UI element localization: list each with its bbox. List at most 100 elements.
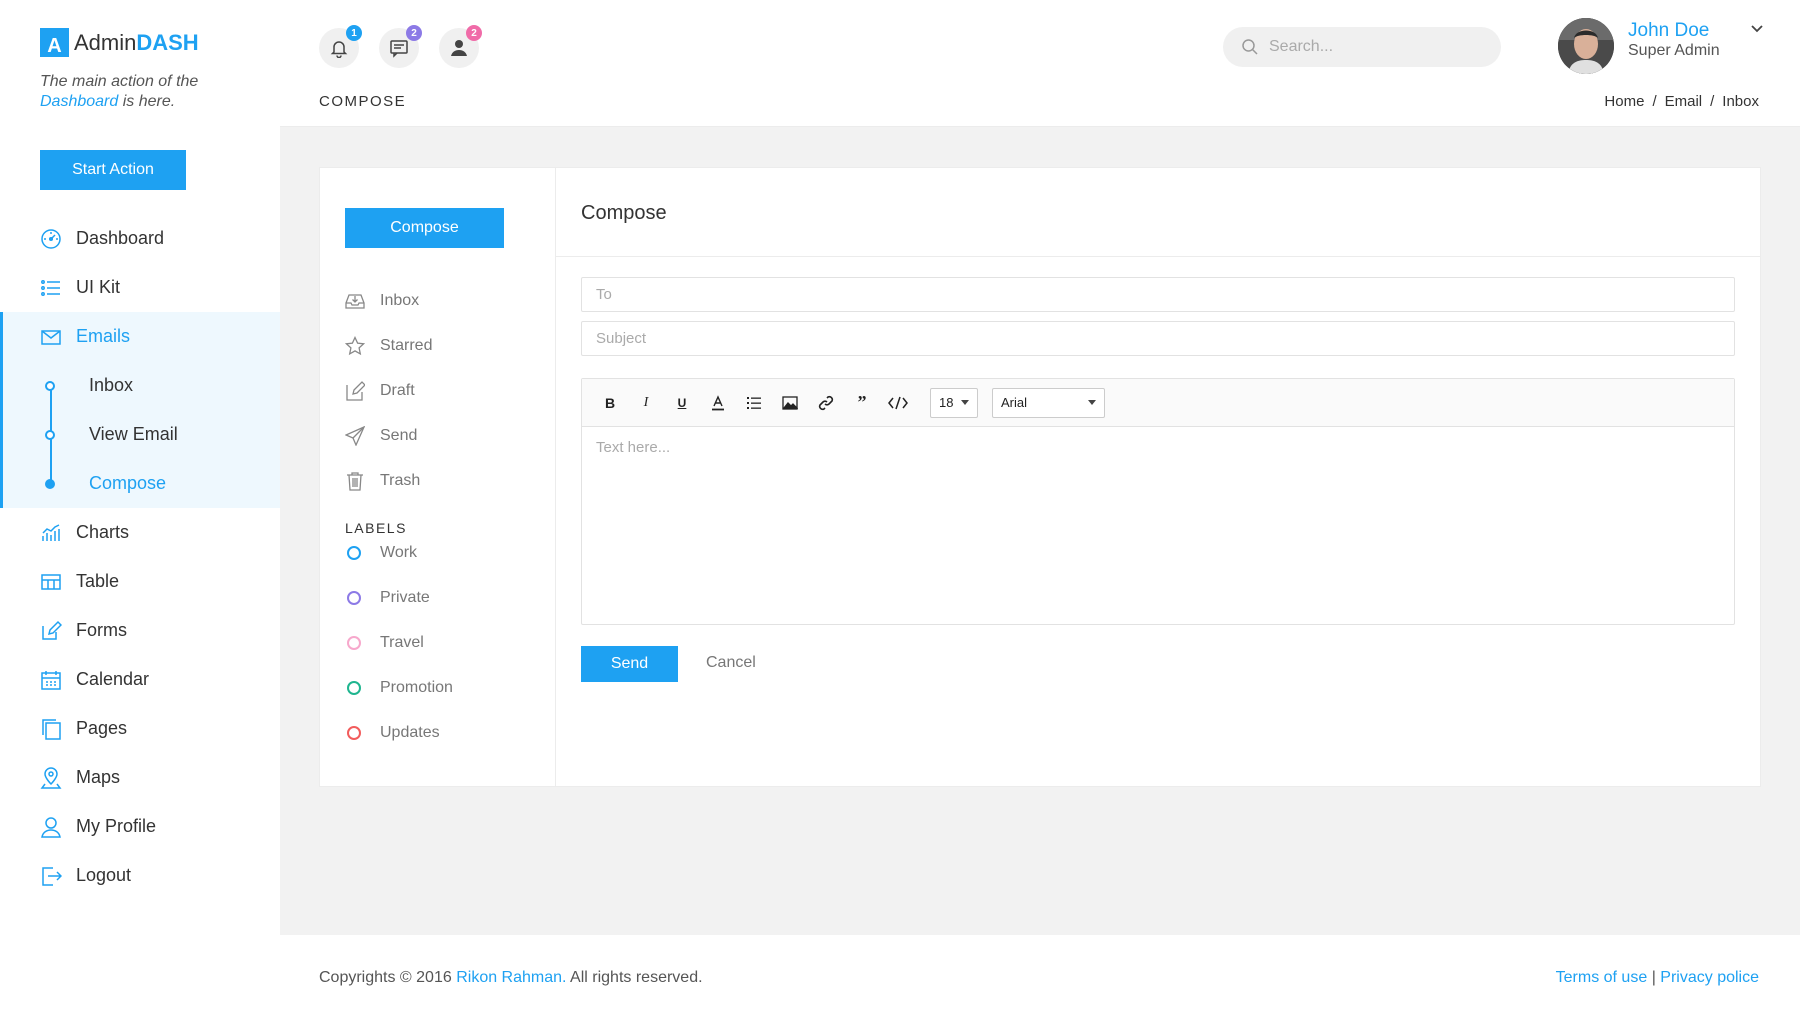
tagline: The main action of the Dashboard is here… (40, 73, 199, 110)
map-pin-icon (40, 766, 62, 789)
image-button[interactable] (772, 388, 808, 418)
bold-button[interactable]: B (592, 388, 628, 418)
bell-icon (329, 38, 349, 58)
folder-trash[interactable]: Trash (345, 458, 432, 503)
subject-field[interactable] (581, 321, 1735, 356)
table-icon (40, 571, 62, 593)
sidebar: A Admin DASH The main action of the Dashb… (0, 0, 280, 1022)
author-link[interactable]: Rikon Rahman. (456, 969, 566, 986)
label-private[interactable]: Private (345, 575, 453, 620)
italic-button[interactable]: I (628, 388, 664, 418)
submenu-dot-active (45, 479, 55, 489)
sidebar-item-logout[interactable]: Logout (0, 851, 280, 900)
sidebar-item-charts[interactable]: Charts (0, 508, 280, 557)
editor-toolbar: B I U ” 18 Arial (582, 379, 1734, 427)
label-ring-icon (347, 545, 361, 560)
user-requests-badge: 2 (466, 25, 482, 41)
user-role: Super Admin (1628, 42, 1720, 59)
logo-mark: A (40, 28, 69, 57)
folder-draft[interactable]: Draft (345, 368, 432, 413)
send-button[interactable]: Send (581, 646, 678, 682)
trash-icon (345, 471, 365, 491)
sidebar-item-emails[interactable]: Emails (3, 312, 280, 361)
top-header: 1 2 2 COMPOSE John Doe Super Admin H (280, 0, 1800, 127)
label-updates[interactable]: Updates (345, 710, 453, 755)
link-button[interactable] (808, 388, 844, 418)
sidebar-subitem-compose[interactable]: Compose (3, 459, 280, 508)
copyright: Copyrights © 2016 Rikon Rahman. All righ… (319, 969, 703, 986)
sidebar-group-emails: Emails Inbox View Email Compose (0, 312, 280, 508)
notification-badge: 1 (346, 25, 362, 41)
page-title: COMPOSE (319, 93, 407, 110)
caret-down-icon (961, 400, 969, 405)
sidebar-item-dashboard[interactable]: Dashboard (0, 214, 280, 263)
cancel-button[interactable]: Cancel (706, 654, 756, 672)
submenu-dot (45, 430, 55, 440)
draft-icon (345, 380, 365, 401)
start-action-button[interactable]: Start Action (40, 150, 186, 190)
label-travel[interactable]: Travel (345, 620, 453, 665)
search-icon (1241, 38, 1259, 56)
footer-links: Terms of use | Privacy police (1555, 969, 1759, 986)
folder-starred[interactable]: Starred (345, 323, 432, 368)
list-button[interactable] (736, 388, 772, 418)
sidebar-item-calendar[interactable]: Calendar (0, 655, 280, 704)
folder-inbox[interactable]: Inbox (345, 278, 432, 323)
breadcrumb-home[interactable]: Home (1604, 93, 1644, 110)
sidebar-item-ui-kit[interactable]: UI Kit (0, 263, 280, 312)
sidebar-nav: Dashboard UI Kit Emails Inbox View Email… (0, 214, 280, 900)
sidebar-subitem-view-email[interactable]: View Email (3, 410, 280, 459)
list-icon (40, 277, 62, 299)
caret-down-icon (1088, 400, 1096, 405)
search-input[interactable] (1269, 38, 1469, 56)
brand-strong: DASH (136, 29, 199, 55)
avatar[interactable] (1558, 18, 1614, 74)
text-color-button[interactable] (700, 388, 736, 418)
chevron-down-icon[interactable] (1750, 24, 1764, 34)
breadcrumb-separator: / (1652, 93, 1657, 110)
edit-icon (40, 620, 62, 642)
compose-button[interactable]: Compose (345, 208, 504, 248)
breadcrumb-separator: / (1710, 93, 1715, 110)
sidebar-item-maps[interactable]: Maps (0, 753, 280, 802)
label-ring-icon (347, 590, 361, 605)
underline-button[interactable]: U (664, 388, 700, 418)
inbox-icon (345, 291, 365, 311)
user-name[interactable]: John Doe (1628, 20, 1709, 42)
notifications-button[interactable]: 1 (319, 25, 362, 68)
main-content: Compose Inbox Starred Draft Send Trash L… (280, 127, 1800, 935)
logout-icon (40, 865, 62, 887)
quote-button[interactable]: ” (844, 388, 880, 418)
chart-icon (40, 522, 62, 544)
submenu-dot (45, 381, 55, 391)
font-size-select[interactable]: 18 (930, 387, 978, 418)
brand-logo[interactable]: A Admin DASH (40, 28, 199, 57)
user-icon (40, 816, 62, 838)
sidebar-item-forms[interactable]: Forms (0, 606, 280, 655)
divider (556, 256, 1760, 257)
sidebar-item-my-profile[interactable]: My Profile (0, 802, 280, 851)
send-icon (345, 425, 365, 446)
mail-folders: Inbox Starred Draft Send Trash (345, 278, 432, 503)
sidebar-item-pages[interactable]: Pages (0, 704, 280, 753)
sidebar-item-table[interactable]: Table (0, 557, 280, 606)
folder-send[interactable]: Send (345, 413, 432, 458)
to-field[interactable] (581, 277, 1735, 312)
breadcrumb: Home / Email / Inbox (1604, 93, 1759, 110)
pages-icon (40, 718, 62, 740)
label-promotion[interactable]: Promotion (345, 665, 453, 710)
search-box (1223, 27, 1501, 67)
messages-badge: 2 (406, 25, 422, 41)
font-family-select[interactable]: Arial (992, 387, 1105, 418)
label-work[interactable]: Work (345, 530, 453, 575)
label-ring-icon (347, 725, 361, 740)
message-body[interactable]: Text here... (582, 427, 1734, 468)
user-requests-button[interactable]: 2 (439, 25, 482, 68)
breadcrumb-email[interactable]: Email (1665, 93, 1703, 110)
messages-button[interactable]: 2 (379, 25, 422, 68)
emails-submenu: Inbox View Email Compose (3, 361, 280, 508)
privacy-link[interactable]: Privacy police (1660, 969, 1759, 986)
code-button[interactable] (880, 388, 916, 418)
terms-link[interactable]: Terms of use (1556, 969, 1648, 986)
sidebar-subitem-inbox[interactable]: Inbox (3, 361, 280, 410)
